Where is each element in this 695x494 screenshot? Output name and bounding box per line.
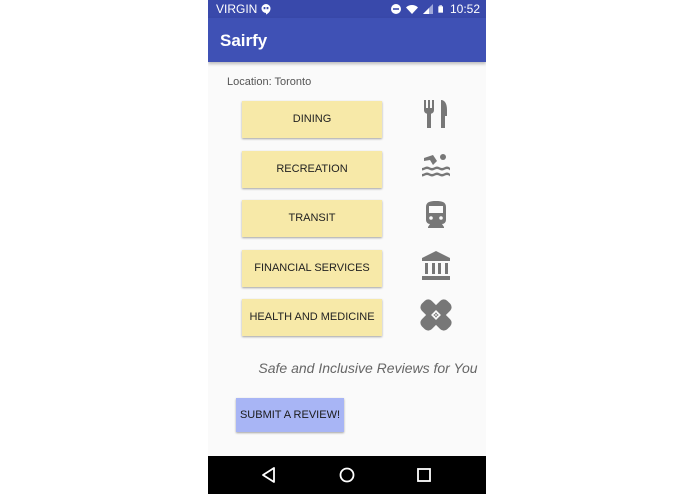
wifi-icon	[405, 5, 418, 14]
health-and-medicine-button[interactable]: HEALTH AND MEDICINE	[242, 299, 382, 336]
clock: 10:52	[449, 2, 480, 16]
financial-services-button[interactable]: FINANCIAL SERVICES	[242, 250, 382, 287]
signal-icon	[422, 4, 433, 14]
swimming-icon	[422, 154, 450, 177]
recent-apps-icon[interactable]	[415, 466, 433, 484]
navigation-bar	[208, 456, 486, 494]
phone-screen: VIRGIN 10:52 Sairfy Location: Toronto DI…	[208, 0, 486, 494]
bandage-icon	[420, 299, 452, 331]
transit-button[interactable]: TRANSIT	[242, 200, 382, 237]
fork-knife-icon	[424, 100, 447, 128]
dining-button[interactable]: DINING	[242, 101, 382, 138]
location-label: Location: Toronto	[227, 76, 312, 88]
do-not-disturb-icon	[390, 4, 401, 14]
app-bar: Sairfy	[208, 18, 486, 62]
hangouts-icon	[261, 4, 271, 15]
status-bar: VIRGIN 10:52	[208, 0, 486, 18]
carrier-label: VIRGIN	[216, 2, 258, 16]
app-title: Sairfy	[220, 31, 268, 50]
back-icon[interactable]	[260, 466, 278, 484]
train-icon	[426, 201, 446, 228]
battery-icon	[438, 5, 443, 13]
home-icon[interactable]	[338, 466, 356, 484]
submit-review-button[interactable]: SUBMIT A REVIEW!	[236, 398, 344, 432]
tagline-text: Safe and Inclusive Reviews for You	[258, 360, 478, 376]
recreation-button[interactable]: RECREATION	[242, 151, 382, 188]
bank-icon	[422, 251, 450, 280]
tagline: Safe and Inclusive Reviews for You	[208, 360, 486, 376]
